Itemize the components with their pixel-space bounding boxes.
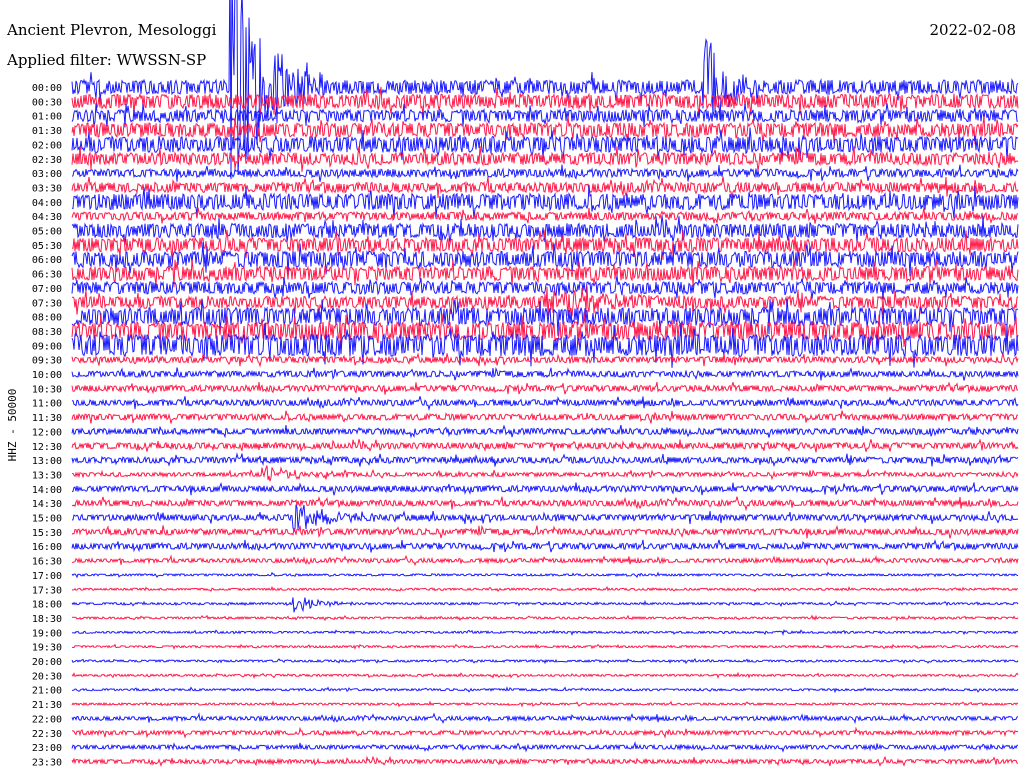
trace-line (71, 410, 1019, 424)
date-label: 2022-02-08 (929, 21, 1016, 39)
trace-line (71, 671, 1019, 680)
trace-line (71, 755, 1019, 767)
time-label: 06:30 (32, 270, 62, 281)
time-label: 00:30 (32, 97, 62, 108)
trace-line (71, 482, 1019, 496)
trace-line (71, 352, 1019, 368)
time-label: 12:00 (32, 427, 62, 438)
y-axis-label: HHZ - 50000 (6, 389, 19, 462)
trace-group (71, 0, 1019, 767)
time-label: 03:00 (32, 169, 62, 180)
time-label: 06:00 (32, 255, 62, 266)
trace-line (71, 438, 1019, 453)
time-label: 14:00 (32, 485, 62, 496)
time-label: 13:00 (32, 456, 62, 467)
time-label: 19:00 (32, 628, 62, 639)
time-label: 04:30 (32, 212, 62, 223)
time-label: 18:00 (32, 600, 62, 611)
time-label: 11:00 (32, 399, 62, 410)
time-label: 15:30 (32, 528, 62, 539)
trace-line (72, 643, 1019, 650)
time-label: 01:30 (32, 126, 62, 137)
time-label: 21:30 (32, 700, 62, 711)
filter-label: Applied filter: WWSSN-SP (7, 51, 207, 69)
time-label: 03:30 (32, 183, 62, 194)
time-label: 07:30 (32, 298, 62, 309)
trace-line (71, 424, 1019, 439)
time-label: 02:30 (32, 155, 62, 166)
time-label: 11:30 (32, 413, 62, 424)
trace-line (71, 726, 1019, 739)
trace-line (71, 207, 1019, 224)
time-label: 23:30 (32, 757, 62, 768)
time-label: 14:30 (32, 499, 62, 510)
trace-line (71, 614, 1019, 622)
trace-line (71, 700, 1019, 708)
time-label: 23:00 (32, 743, 62, 754)
time-label: 20:30 (32, 671, 62, 682)
time-label: 08:00 (32, 313, 62, 324)
time-label: 10:00 (32, 370, 62, 381)
time-label: 19:30 (32, 643, 62, 654)
trace-line (71, 740, 1019, 753)
time-label: 12:30 (32, 442, 62, 453)
trace-line (71, 629, 1019, 637)
station-title: Ancient Plevron, Mesologgi (7, 21, 217, 39)
time-label: 10:30 (32, 384, 62, 395)
trace-line (71, 164, 1019, 182)
trace-line (71, 571, 1019, 579)
time-label: 22:00 (32, 714, 62, 725)
time-label: 13:30 (32, 470, 62, 481)
trace-line (71, 585, 1018, 593)
time-label: 22:30 (32, 729, 62, 740)
trace-line (71, 176, 1019, 199)
trace-line (71, 465, 1019, 482)
trace-line (71, 504, 1019, 533)
time-label: 15:00 (32, 514, 62, 525)
trace-line (71, 597, 1019, 613)
time-label: 17:00 (32, 571, 62, 582)
time-label: 18:30 (32, 614, 62, 625)
trace-line (72, 396, 1019, 412)
trace-line (71, 496, 1019, 512)
time-label: 01:00 (32, 112, 62, 123)
trace-line (71, 524, 1019, 539)
time-label: 02:00 (32, 140, 62, 151)
trace-line (71, 658, 1019, 665)
time-label: 20:00 (32, 657, 62, 668)
time-label: 05:30 (32, 241, 62, 252)
time-label: 21:00 (32, 686, 62, 697)
trace-line (71, 381, 1018, 395)
trace-line (71, 686, 1019, 694)
trace-line (71, 452, 1019, 468)
time-label: 09:00 (32, 341, 62, 352)
time-label: 09:30 (32, 356, 62, 367)
time-label: 16:30 (32, 557, 62, 568)
time-label: 17:30 (32, 585, 62, 596)
trace-line (71, 554, 1019, 567)
trace-line (71, 712, 1019, 725)
trace-line (71, 366, 1019, 381)
time-label: 00:00 (32, 83, 62, 94)
time-label: 04:00 (32, 198, 62, 209)
time-label: 16:00 (32, 542, 62, 553)
time-label: 05:00 (32, 227, 62, 238)
time-labels: 00:00 00:30 01:00 01:30 02:00 02:30 03:00 03:30… (32, 83, 62, 768)
time-label: 07:00 (32, 284, 62, 295)
time-label: 08:30 (32, 327, 62, 338)
trace-line (71, 538, 1019, 553)
seismogram-plot: 00:00 00:30 01:00 01:30 02:00 02:30 03:00 03:30… (6, 0, 1019, 768)
